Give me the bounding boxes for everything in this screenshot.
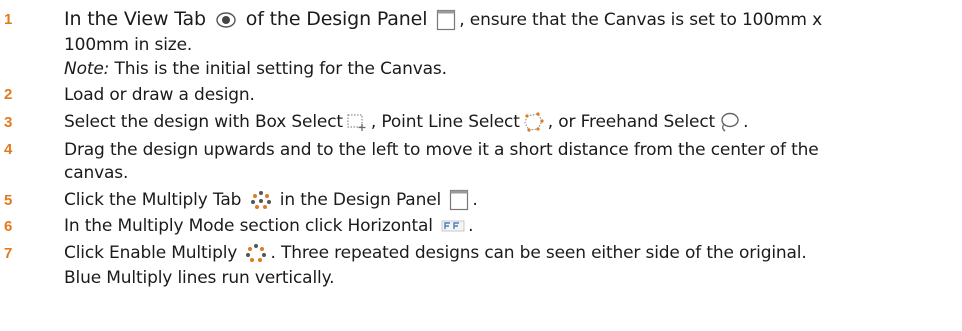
step-text-line-1: Drag the design upwards and to the left …: [64, 140, 819, 160]
instruction-document: 1 In the View Tab of the Design Panel , …: [0, 0, 962, 331]
step-1-text-c: , ensure that the Canvas is set to 100mm…: [459, 10, 823, 30]
step-3-text-d: .: [743, 112, 749, 132]
step-6-text-a: In the Multiply Mode section click Horiz…: [64, 216, 433, 236]
step-7-text-b: . Three repeated designs can be seen eit…: [270, 243, 807, 263]
step-text: Load or draw a design.: [64, 85, 255, 105]
freehand-select-icon: [718, 111, 740, 133]
step-text: Select the design with Box Select , Poin…: [64, 111, 954, 133]
step-3-text-c: , or Freehand Select: [547, 112, 716, 132]
step-text: Click the Multiply Tab in the Design Pan…: [64, 189, 954, 211]
step-number: 1: [4, 11, 13, 28]
step-5-text-b: in the Design Panel: [279, 190, 442, 210]
point-line-select-icon: [523, 111, 545, 133]
step-number: 5: [4, 192, 13, 209]
step-text-line-2: canvas.: [64, 163, 129, 183]
step-number: 7: [4, 245, 13, 262]
step-1-text-a: In the View Tab: [64, 8, 206, 30]
horizontal-mode-icon: [441, 219, 465, 233]
design-panel-icon: [449, 189, 469, 211]
step-number: 4: [4, 141, 13, 158]
step-5-text-a: Click the Multiply Tab: [64, 190, 242, 210]
step-text: In the Multiply Mode section click Horiz…: [64, 215, 954, 237]
step-number: 3: [4, 114, 13, 131]
step-5-text-c: .: [472, 190, 478, 210]
step-1-text-b: of the Design Panel: [245, 8, 428, 30]
step-text-line-1: Click Enable Multiply . Three repeated d…: [64, 242, 954, 264]
note-text: This is the initial setting for the Canv…: [109, 59, 447, 79]
multiply-tab-icon: [250, 190, 272, 210]
note-label: Note:: [64, 59, 110, 79]
step-number: 6: [4, 218, 13, 235]
box-select-icon: [346, 112, 368, 132]
step-text-line-2: Blue Multiply lines run vertically.: [64, 268, 335, 288]
step-number: 2: [4, 86, 13, 103]
step-6-text-b: .: [468, 216, 474, 236]
eye-icon: [215, 11, 237, 29]
step-1-note: Note: This is the initial setting for th…: [64, 58, 954, 80]
step-1-continuation: 100mm in size.: [64, 35, 193, 55]
step-text: In the View Tab of the Design Panel , en…: [64, 8, 954, 31]
step-3-text-a: Select the design with Box Select: [64, 112, 343, 132]
enable-multiply-icon: [245, 243, 267, 263]
design-panel-icon: [436, 9, 456, 31]
step-7-text-a: Click Enable Multiply: [64, 243, 238, 263]
step-3-text-b: , Point Line Select: [370, 112, 520, 132]
